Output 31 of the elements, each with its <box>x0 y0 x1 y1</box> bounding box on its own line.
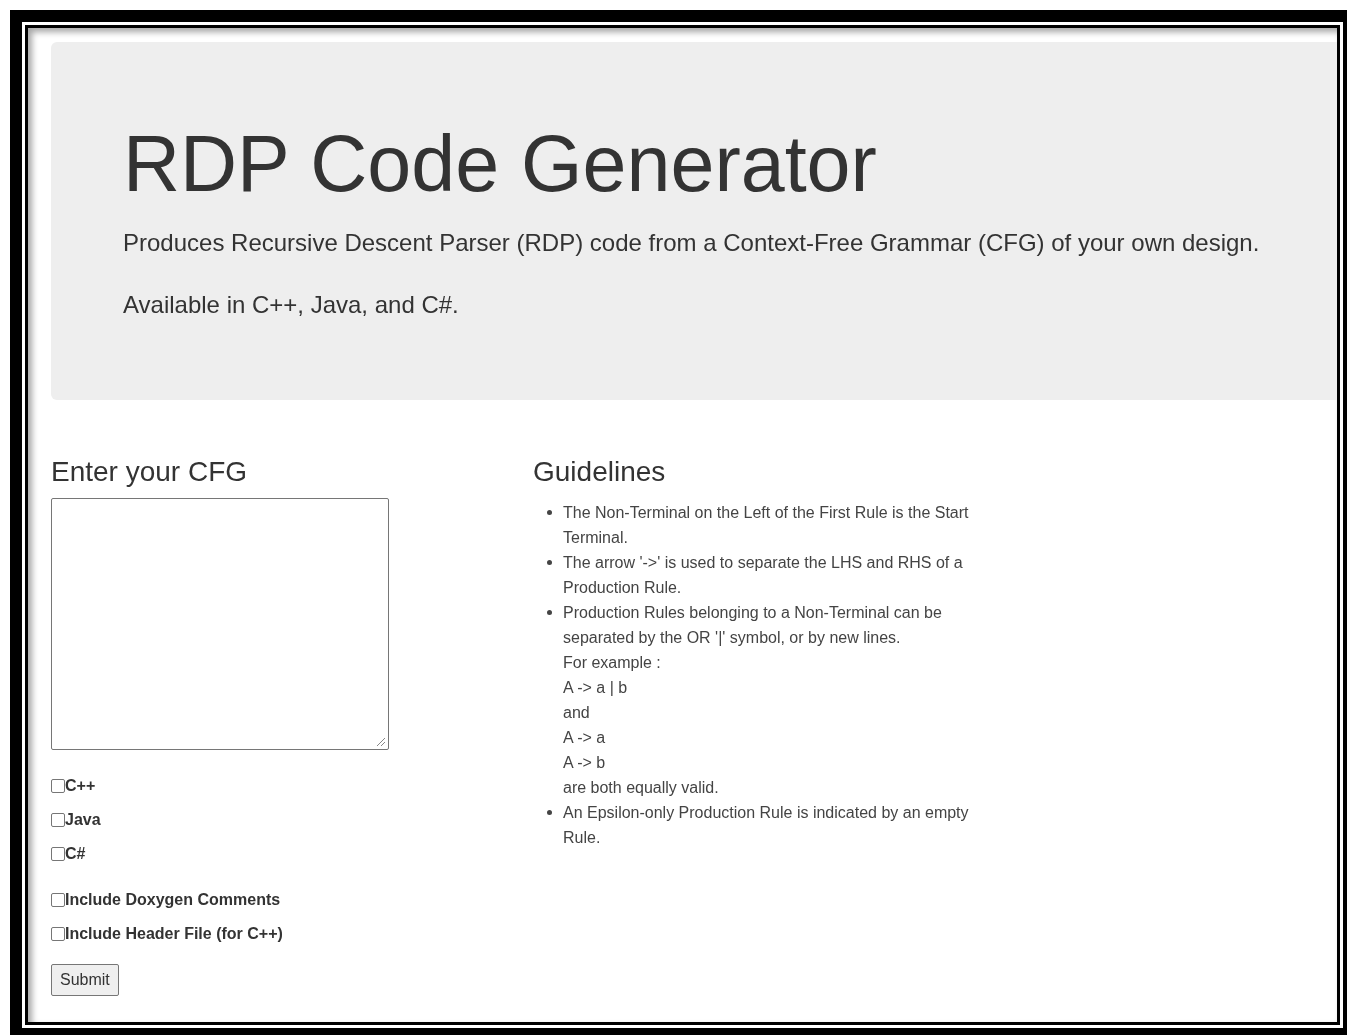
guideline-text: For example : <box>563 653 662 673</box>
guideline-text: and <box>563 703 591 723</box>
checkbox-label: Include Header File (for C++) <box>65 926 283 942</box>
guideline-text: are both equally valid. <box>563 778 720 798</box>
checkbox[interactable] <box>51 847 65 861</box>
header-text: Available in C++, Java, and C#. <box>123 290 460 320</box>
header-text: Produces Recursive Descent Parser (RDP) code from a Context-Free Grammar (CFG) of your own design. <box>123 228 1261 258</box>
guideline-text: A -> a <box>563 728 607 748</box>
bullet-icon <box>547 510 552 515</box>
bullet-icon <box>547 810 552 815</box>
checkbox[interactable] <box>51 813 65 827</box>
checkbox-label: C# <box>65 846 86 862</box>
checkbox[interactable] <box>51 927 65 941</box>
guideline-text: A -> a | b <box>563 678 629 698</box>
guideline-text: Production Rules belonging to a Non-Terminal can be separated by the OR '|' symbol, or by new lines. <box>563 603 943 648</box>
checkbox-label: Java <box>65 812 101 828</box>
page-title: RDP Code Generator <box>123 124 878 203</box>
bullet-icon <box>547 560 552 565</box>
section-heading: Guidelines <box>533 458 667 486</box>
checkbox-label: C++ <box>65 778 96 794</box>
guideline-text: The Non-Terminal on the Left of the First Rule is the Start Terminal. <box>563 503 970 548</box>
submit-button[interactable]: Submit <box>51 964 119 996</box>
resize-grip-icon <box>374 735 386 747</box>
bullet-icon <box>547 610 552 615</box>
section-heading: Enter your CFG <box>51 458 249 486</box>
checkbox-label: Include Doxygen Comments <box>65 892 281 908</box>
guideline-text: An Epsilon-only Production Rule is indicated by an empty Rule. <box>563 803 970 848</box>
checkbox[interactable] <box>51 893 65 907</box>
checkbox[interactable] <box>51 779 65 793</box>
guideline-text: A -> b <box>563 753 607 773</box>
guideline-text: The arrow '->' is used to separate the LHS and RHS of a Production Rule. <box>563 553 964 598</box>
